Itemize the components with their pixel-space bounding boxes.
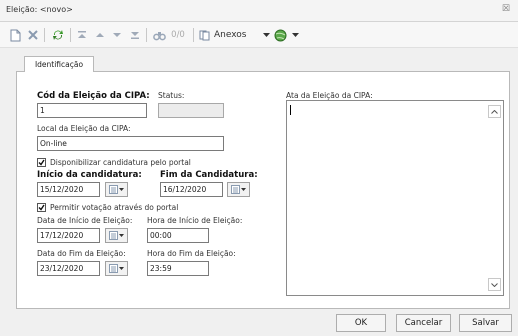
separator (193, 28, 194, 42)
last-record-icon[interactable] (129, 27, 141, 43)
status-input (158, 103, 224, 118)
save-button[interactable]: Salvar (459, 314, 512, 332)
separator (146, 28, 147, 42)
ok-button[interactable]: OK (336, 314, 386, 332)
separator (70, 28, 71, 42)
calendar-dropdown-icon (230, 185, 246, 194)
fim-candidatura-input[interactable]: 16/12/2020 (160, 182, 223, 197)
separator (44, 28, 45, 42)
first-record-icon[interactable] (76, 27, 88, 43)
data-fim-eleicao-date-picker[interactable] (105, 261, 128, 276)
tab-identificacao[interactable]: Identificação (24, 56, 94, 72)
previous-record-icon[interactable] (94, 27, 106, 43)
data-fim-eleicao-input[interactable]: 23/12/2020 (37, 261, 100, 276)
status-label: Status: (158, 91, 185, 100)
text-caret (290, 105, 291, 115)
close-icon[interactable]: ☒ (502, 4, 510, 14)
scroll-down-icon[interactable] (488, 278, 501, 291)
title-bar: Eleição: <novo> ☒ (0, 0, 518, 22)
fim-candidatura-label: Fim da Candidatura: (160, 170, 258, 180)
delete-icon[interactable] (26, 27, 40, 43)
data-inicio-eleicao-input[interactable]: 17/12/2020 (37, 228, 100, 243)
calendar-dropdown-icon (108, 185, 124, 194)
disponibilizar-checkbox[interactable] (37, 158, 46, 167)
local-eleicao-input[interactable]: On-line (37, 136, 224, 151)
next-record-icon[interactable] (111, 27, 123, 43)
check-icon (38, 204, 45, 211)
window-title: Eleição: <novo> (6, 5, 73, 14)
new-document-icon[interactable] (8, 27, 22, 43)
refresh-icon[interactable] (50, 27, 66, 43)
inicio-candidatura-date-picker[interactable] (105, 182, 128, 197)
attachments-dropdown-arrow-icon[interactable] (262, 27, 270, 43)
globe-icon[interactable] (273, 27, 287, 43)
data-inicio-eleicao-label: Data de Início de Eleição: (37, 216, 133, 225)
record-counter: 0/0 (171, 30, 185, 40)
cod-eleicao-input[interactable]: 1 (37, 103, 147, 118)
calendar-dropdown-icon (108, 231, 124, 240)
inicio-candidatura-label: Início da candidatura: (37, 170, 142, 180)
disponibilizar-label: Disponibilizar candidatura pelo portal (50, 158, 191, 167)
globe-dropdown-arrow-icon[interactable] (291, 27, 299, 43)
ata-eleicao-label: Ata da Eleição da CIPA: (286, 91, 373, 100)
hora-inicio-eleicao-input[interactable]: 00:00 (147, 228, 209, 243)
inicio-candidatura-input[interactable]: 15/12/2020 (37, 182, 100, 197)
permitir-votacao-checkbox[interactable] (37, 203, 46, 212)
find-icon[interactable] (152, 27, 166, 43)
hora-fim-eleicao-label: Hora do Fim da Eleição: (147, 249, 236, 258)
data-inicio-eleicao-date-picker[interactable] (105, 228, 128, 243)
toolbar: 0/0 Anexos (0, 22, 518, 48)
local-eleicao-label: Local da Eleição da CIPA: (37, 124, 131, 133)
data-fim-eleicao-label: Data do Fim da Eleição: (37, 249, 126, 258)
permitir-votacao-label: Permitir votação através do portal (50, 203, 179, 212)
hora-fim-eleicao-input[interactable]: 23:59 (147, 261, 209, 276)
attachment-icon (199, 30, 210, 41)
attachments-button[interactable]: Anexos (199, 27, 261, 43)
ata-eleicao-textarea[interactable] (286, 100, 504, 296)
fim-candidatura-date-picker[interactable] (227, 182, 250, 197)
scroll-up-icon[interactable] (488, 105, 501, 118)
calendar-dropdown-icon (108, 264, 124, 273)
cancel-button[interactable]: Cancelar (396, 314, 451, 332)
hora-inicio-eleicao-label: Hora de Início de Eleição: (147, 216, 243, 225)
check-icon (38, 159, 45, 166)
attachments-label: Anexos (214, 30, 247, 40)
identification-panel: Cód da Eleição da CIPA: 1 Status: Local … (16, 71, 510, 309)
cod-eleicao-label: Cód da Eleição da CIPA: (37, 91, 150, 101)
